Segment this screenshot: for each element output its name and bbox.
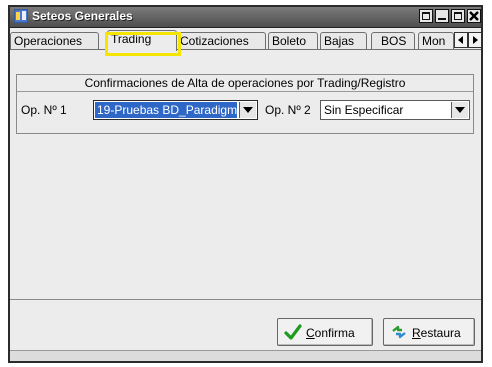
tab-bajas[interactable]: Bajas (320, 32, 367, 49)
close-icon (469, 11, 479, 21)
op1-select[interactable]: 19-Pruebas BD_Paradigm (93, 100, 258, 120)
group-title: Confirmaciones de Alta de operaciones po… (84, 76, 406, 90)
minimize-button[interactable] (435, 9, 449, 23)
tab-bos[interactable]: BOS (371, 32, 415, 49)
refresh-icon (392, 325, 406, 339)
tab-highlight-box (105, 32, 181, 56)
tab-operaciones[interactable]: Operaciones (10, 32, 99, 49)
tab-content: Confirmaciones de Alta de operaciones po… (10, 49, 481, 300)
tab-scroll-right-button[interactable] (468, 32, 482, 48)
op2-select[interactable]: Sin Especificar (320, 100, 470, 120)
checkmark-icon (284, 324, 302, 340)
tab-mon[interactable]: Mon (418, 32, 454, 49)
title-bar[interactable]: Seteos Generales (10, 7, 481, 28)
tab-cotizaciones[interactable]: Cotizaciones (176, 32, 266, 49)
confirmations-group: Confirmaciones de Alta de operaciones po… (16, 74, 474, 134)
window-title: Seteos Generales (32, 9, 133, 23)
group-divider (17, 91, 473, 92)
maximize-button[interactable] (419, 9, 433, 23)
tab-strip: Operaciones Trading Cotizaciones Boleto … (10, 30, 482, 56)
op2-label: Op. Nº 2 (265, 103, 311, 117)
tab-boleto[interactable]: Boleto (268, 32, 318, 49)
chevron-down-icon[interactable] (451, 102, 468, 118)
op1-label: Op. Nº 1 (21, 103, 67, 117)
op1-value: 19-Pruebas BD_Paradigm (95, 102, 237, 118)
restore-window-button[interactable] (451, 9, 465, 23)
button-bar: Confirma Restaura (10, 299, 481, 354)
confirm-button[interactable]: Confirma (277, 318, 373, 346)
close-button[interactable] (467, 9, 481, 23)
settings-window: Seteos Generales Operaciones Trading Cot… (8, 5, 483, 363)
arrow-left-icon (458, 36, 463, 44)
app-icon (14, 9, 28, 23)
restore-label: Restaura (412, 326, 461, 340)
op2-value: Sin Especificar (324, 103, 404, 117)
chevron-down-icon[interactable] (239, 102, 256, 118)
restore-button[interactable]: Restaura (383, 318, 475, 346)
arrow-right-icon (473, 36, 478, 44)
status-strip (10, 350, 481, 361)
tab-scroll-left-button[interactable] (454, 32, 468, 48)
confirm-label: Confirma (306, 326, 355, 340)
